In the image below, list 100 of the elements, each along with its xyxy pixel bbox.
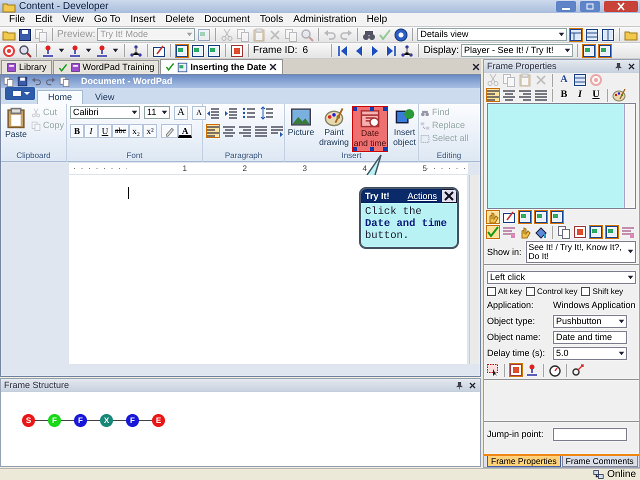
input-field[interactable] bbox=[553, 428, 627, 441]
close-icon[interactable] bbox=[627, 62, 636, 71]
format-button[interactable]: x₂ bbox=[129, 124, 144, 138]
target-icon[interactable] bbox=[2, 44, 16, 58]
input-field[interactable]: Date and time bbox=[553, 330, 627, 344]
pin-icon[interactable] bbox=[614, 62, 623, 71]
structure-node[interactable]: F bbox=[126, 414, 139, 427]
line-spacing-icon[interactable] bbox=[260, 106, 274, 120]
paint-drawing-button[interactable]: Paint drawing bbox=[317, 106, 351, 148]
app-menu-button[interactable] bbox=[5, 87, 35, 100]
indent-icon[interactable] bbox=[224, 106, 238, 120]
align-right-icon[interactable] bbox=[238, 124, 252, 138]
menu-item[interactable]: Insert bbox=[125, 14, 160, 26]
structure-node[interactable]: F bbox=[74, 414, 87, 427]
key-icon[interactable] bbox=[571, 363, 585, 377]
branch-icon[interactable] bbox=[129, 44, 143, 58]
menu-item[interactable]: Administration bbox=[288, 14, 362, 26]
ribbon-tab[interactable]: View bbox=[85, 90, 124, 104]
square-icon[interactable] bbox=[509, 363, 523, 377]
grow-font-button[interactable]: A bbox=[174, 106, 188, 120]
format-button[interactable]: I bbox=[84, 124, 98, 138]
window-icon[interactable] bbox=[598, 44, 612, 58]
picture-button[interactable]: Picture bbox=[286, 106, 316, 148]
format-button[interactable]: abc bbox=[112, 124, 130, 138]
display-combo[interactable]: Player - See It! / Try It! bbox=[461, 44, 574, 57]
panel-tab[interactable]: Frame Comments bbox=[562, 456, 638, 467]
checkbox[interactable] bbox=[581, 287, 590, 296]
pointer-icon[interactable] bbox=[525, 363, 539, 377]
align-left-icon[interactable] bbox=[206, 124, 220, 138]
panel-tab[interactable]: Frame Properties bbox=[487, 456, 561, 467]
redo-icon[interactable] bbox=[45, 76, 56, 87]
justify-icon[interactable] bbox=[254, 124, 268, 138]
frame-icon[interactable] bbox=[605, 225, 619, 240]
highlighter-icon[interactable] bbox=[164, 126, 176, 136]
copy-icon[interactable] bbox=[557, 225, 571, 240]
layout-icon[interactable] bbox=[569, 28, 584, 42]
cursor-icon[interactable] bbox=[486, 363, 500, 377]
frame-icon[interactable] bbox=[534, 210, 548, 224]
scrollbar[interactable] bbox=[469, 175, 480, 364]
paste-button[interactable]: Paste bbox=[4, 106, 28, 140]
palette-icon[interactable] bbox=[612, 88, 626, 102]
font-size-combo[interactable]: 11 bbox=[144, 106, 170, 119]
pin-icon[interactable] bbox=[455, 381, 464, 390]
frame-icon[interactable] bbox=[589, 225, 603, 240]
close-button[interactable] bbox=[441, 189, 457, 203]
view-combo[interactable]: Details view bbox=[417, 28, 568, 41]
menu-item[interactable]: Help bbox=[362, 14, 392, 26]
check-icon[interactable] bbox=[486, 225, 500, 240]
hand-icon[interactable] bbox=[486, 210, 500, 224]
text-frame-icon[interactable] bbox=[573, 73, 587, 88]
structure-node[interactable]: X bbox=[100, 414, 113, 427]
frame-icon[interactable] bbox=[175, 44, 189, 58]
document-page[interactable] bbox=[69, 175, 467, 364]
show-in-combo[interactable]: See It! / Try It!, Know It?, Do It! bbox=[526, 240, 636, 263]
marker-icon[interactable] bbox=[41, 44, 55, 58]
marker-icon[interactable] bbox=[95, 44, 109, 58]
rows-icon[interactable] bbox=[585, 28, 600, 42]
align-left-icon[interactable] bbox=[486, 88, 500, 102]
frame-icon[interactable] bbox=[550, 210, 564, 224]
frame-icon[interactable] bbox=[191, 44, 205, 58]
timer-icon[interactable] bbox=[548, 363, 562, 377]
font-family-combo[interactable]: Calibri bbox=[70, 106, 140, 119]
menu-item[interactable]: Edit bbox=[30, 14, 58, 26]
format-button[interactable]: U bbox=[589, 89, 603, 102]
format-button[interactable]: x² bbox=[143, 124, 158, 138]
shrink-font-button[interactable]: A bbox=[192, 106, 206, 120]
marker-icon[interactable] bbox=[68, 44, 82, 58]
save-icon[interactable] bbox=[17, 76, 28, 87]
edit-window-icon[interactable] bbox=[152, 44, 166, 58]
menu-item[interactable]: Go To bbox=[88, 14, 126, 26]
actions-link[interactable]: Actions bbox=[407, 190, 437, 202]
close-icon[interactable] bbox=[268, 62, 278, 72]
page-icon[interactable] bbox=[59, 76, 70, 87]
checkbox[interactable] bbox=[526, 287, 536, 296]
minimize-button[interactable] bbox=[556, 1, 576, 12]
menu-item[interactable]: View bbox=[57, 14, 89, 26]
align-center-icon[interactable] bbox=[502, 88, 516, 102]
paint-icon[interactable] bbox=[534, 225, 548, 240]
menu-item[interactable]: File bbox=[4, 14, 30, 26]
menu-item[interactable]: Tools bbox=[254, 14, 288, 26]
last-icon[interactable] bbox=[384, 44, 398, 58]
structure-node[interactable]: E bbox=[152, 414, 165, 427]
restore-button[interactable] bbox=[580, 1, 600, 12]
structure-node[interactable]: S bbox=[22, 414, 35, 427]
ribbon-tab[interactable]: Home bbox=[37, 90, 84, 104]
date-time-button[interactable]: Date and time bbox=[352, 106, 388, 152]
square-icon[interactable] bbox=[573, 225, 587, 240]
frame-icon[interactable] bbox=[207, 44, 221, 58]
bullet-list-icon[interactable] bbox=[242, 106, 256, 120]
paragraph-icon[interactable] bbox=[270, 124, 284, 138]
edit-icon[interactable] bbox=[502, 210, 516, 224]
outdent-icon[interactable] bbox=[206, 106, 220, 120]
font-color-button[interactable]: A bbox=[178, 124, 192, 138]
menu-item[interactable]: Document bbox=[199, 14, 255, 26]
document-tab[interactable]: Library bbox=[1, 60, 52, 74]
checkbox[interactable] bbox=[487, 287, 496, 296]
text-icon[interactable] bbox=[502, 225, 516, 240]
align-right-icon[interactable] bbox=[518, 88, 532, 102]
format-button[interactable]: B bbox=[557, 89, 571, 102]
search-icon[interactable] bbox=[18, 44, 32, 58]
